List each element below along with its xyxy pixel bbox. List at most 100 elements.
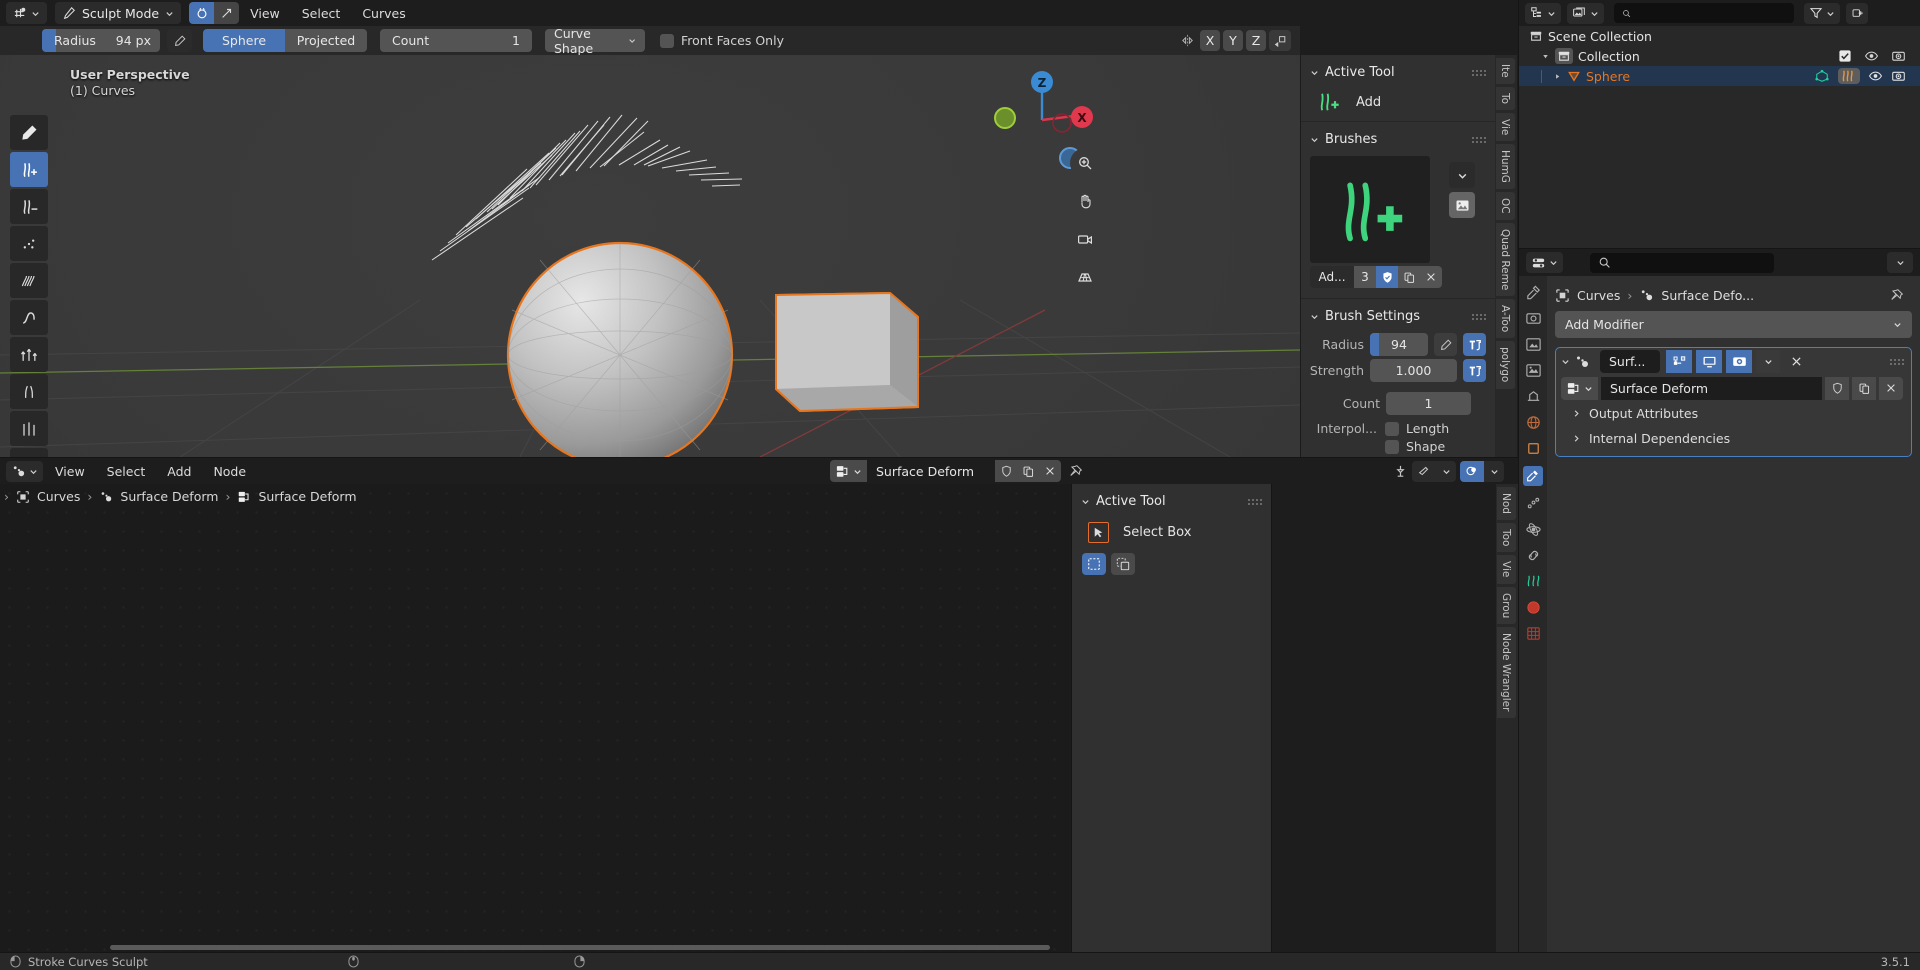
node-canvas-scrollbar[interactable] xyxy=(0,943,1071,952)
node-tab-node-wrangler[interactable]: Node Wrangler xyxy=(1497,627,1516,718)
falloff-sphere-button[interactable]: Sphere xyxy=(203,29,285,52)
disclosure-triangle-icon[interactable] xyxy=(1541,52,1550,61)
node-editor-type-button[interactable] xyxy=(6,460,43,482)
tool-puff[interactable] xyxy=(10,411,48,446)
nodetree-fake-user-button[interactable] xyxy=(995,460,1017,482)
eye-icon[interactable] xyxy=(1868,69,1883,83)
nodegroup-duplicate-button[interactable] xyxy=(1852,376,1876,400)
node-menu-node[interactable]: Node xyxy=(203,464,256,479)
tool-pinch[interactable] xyxy=(10,374,48,409)
toggle-perspective-button[interactable] xyxy=(1070,262,1100,292)
node-breadcrumb-tree[interactable]: Surface Deform xyxy=(258,489,356,504)
viewport-3d[interactable]: User Perspective (1) Curves Z X xyxy=(0,55,1300,457)
node-breadcrumb-object[interactable]: Curves xyxy=(37,489,80,504)
material-tab-icon[interactable] xyxy=(1525,599,1542,616)
node-overlay-dropdown[interactable] xyxy=(1484,460,1504,482)
node-snap-dropdown[interactable] xyxy=(1436,460,1456,482)
constraints-tab-icon[interactable] xyxy=(1525,547,1542,564)
symmetry-options-button[interactable] xyxy=(1269,30,1291,51)
modifier-render-toggle[interactable] xyxy=(1726,350,1752,373)
radius-slider[interactable]: Radius 94 px xyxy=(42,29,160,52)
outliner-filter-button[interactable] xyxy=(1804,2,1840,24)
node-menu-add[interactable]: Add xyxy=(157,464,201,479)
world-tab-icon[interactable] xyxy=(1525,414,1542,431)
active-tool-panel-header[interactable]: Active Tool xyxy=(1301,60,1495,85)
sidebar-tab-view[interactable]: Vie xyxy=(1496,112,1515,142)
tool-comb[interactable] xyxy=(10,263,48,298)
symmetry-y-button[interactable]: Y xyxy=(1223,30,1243,51)
node-menu-select[interactable]: Select xyxy=(97,464,156,479)
node-tab-group[interactable]: Grou xyxy=(1497,586,1516,625)
pin-icon[interactable] xyxy=(1889,288,1904,303)
radius-unified-button[interactable] xyxy=(1463,333,1486,356)
falloff-projected-button[interactable]: Projected xyxy=(285,29,367,52)
tool-draw[interactable] xyxy=(10,115,48,150)
brush-list-dropdown[interactable] xyxy=(1449,162,1475,188)
node-menu-view[interactable]: View xyxy=(45,464,95,479)
camera-icon[interactable] xyxy=(1891,49,1906,63)
strength-unified-button[interactable] xyxy=(1463,359,1486,382)
brush-radius-slider[interactable]: 94 xyxy=(1370,333,1428,356)
tool-smooth[interactable] xyxy=(10,448,48,457)
tool-add-curves[interactable] xyxy=(10,152,48,187)
modifier-tab-icon[interactable] xyxy=(1523,466,1543,486)
checkbox-icon[interactable] xyxy=(1838,49,1852,63)
brush-users-count[interactable]: 3 xyxy=(1354,266,1376,288)
render-tab-icon[interactable] xyxy=(1525,310,1542,327)
nodetree-unlink-button[interactable] xyxy=(1039,460,1061,482)
chevron-down-icon[interactable] xyxy=(1561,357,1570,366)
node-breadcrumb-modifier[interactable]: Surface Deform xyxy=(120,489,218,504)
pin-icon[interactable] xyxy=(1061,464,1089,479)
nodetree-name-field[interactable]: Surface Deform xyxy=(867,460,995,482)
menu-curves[interactable]: Curves xyxy=(351,6,416,21)
snap-node-icon[interactable] xyxy=(1393,464,1408,479)
brush-strength-slider[interactable]: 1.000 xyxy=(1370,359,1457,382)
duplicate-brush-button[interactable] xyxy=(1398,266,1420,288)
properties-search-field[interactable] xyxy=(1616,255,1766,270)
sidebar-tab-tool[interactable]: To xyxy=(1496,86,1515,110)
outliner-display-mode[interactable] xyxy=(1525,2,1561,24)
add-modifier-button[interactable]: Add Modifier xyxy=(1555,311,1912,338)
tool-snake-hook[interactable] xyxy=(10,300,48,335)
count-field[interactable]: Count 1 xyxy=(380,29,532,52)
properties-search-input[interactable] xyxy=(1590,252,1774,273)
object-tab-icon[interactable] xyxy=(1525,440,1542,457)
zoom-button[interactable] xyxy=(1070,148,1100,178)
nodegroup-unlink-button[interactable] xyxy=(1879,376,1903,400)
curves-data-icon[interactable] xyxy=(1838,68,1860,84)
select-mode-new[interactable] xyxy=(1082,553,1106,575)
radius-pressure-toggle[interactable] xyxy=(167,29,192,52)
disclosure-triangle-collapsed-icon[interactable] xyxy=(1553,72,1562,81)
curve-shape-dropdown[interactable]: Curve Shape xyxy=(545,26,645,56)
modifier-delete-button[interactable] xyxy=(1784,350,1808,373)
tool-density[interactable] xyxy=(10,226,48,261)
node-canvas[interactable]: Cube Mesh UV Map Size: X1 m Y1 m Z1 m Ve… xyxy=(0,484,1071,952)
fake-user-button[interactable] xyxy=(1376,266,1398,288)
symmetry-z-button[interactable]: Z xyxy=(1246,30,1266,51)
nodegroup-name-field[interactable]: Surface Deform xyxy=(1601,376,1822,400)
nodetree-browse-button[interactable] xyxy=(830,460,867,482)
front-faces-only-checkbox[interactable]: Front Faces Only xyxy=(660,33,784,48)
nodetree-duplicate-button[interactable] xyxy=(1017,460,1039,482)
node-active-tool-header[interactable]: Active Tool xyxy=(1072,489,1271,514)
panel-grip[interactable] xyxy=(1472,69,1486,76)
menu-view[interactable]: View xyxy=(239,6,291,21)
radius-pressure-button[interactable] xyxy=(1434,333,1457,356)
sidebar-tab-quadremesher[interactable]: Quad Reme xyxy=(1496,222,1515,296)
mode-selector[interactable]: Sculpt Mode xyxy=(55,2,182,24)
unlink-brush-button[interactable] xyxy=(1420,266,1442,288)
node-tab-view[interactable]: Vie xyxy=(1497,555,1516,584)
sidebar-tab-humgen[interactable]: HumG xyxy=(1496,144,1515,190)
modifier-edit-mode-toggle[interactable] xyxy=(1666,350,1692,373)
sidebar-tab-item[interactable]: Ite xyxy=(1496,58,1515,84)
mesh-data-icon[interactable] xyxy=(1814,69,1830,83)
brush-preview-toggle[interactable] xyxy=(1449,192,1475,218)
interpolate-shape-checkbox[interactable]: Shape xyxy=(1385,439,1495,454)
breadcrumb-object[interactable]: Curves xyxy=(1577,288,1620,303)
camera-view-button[interactable] xyxy=(1070,224,1100,254)
physics-tab-icon[interactable] xyxy=(1525,521,1542,538)
texture-tab-icon[interactable] xyxy=(1525,625,1542,642)
node-tab-tool[interactable]: Too xyxy=(1497,522,1516,553)
outliner-row-collection[interactable]: Collection xyxy=(1519,46,1920,66)
brush-name-field[interactable]: Ad... xyxy=(1310,266,1354,288)
